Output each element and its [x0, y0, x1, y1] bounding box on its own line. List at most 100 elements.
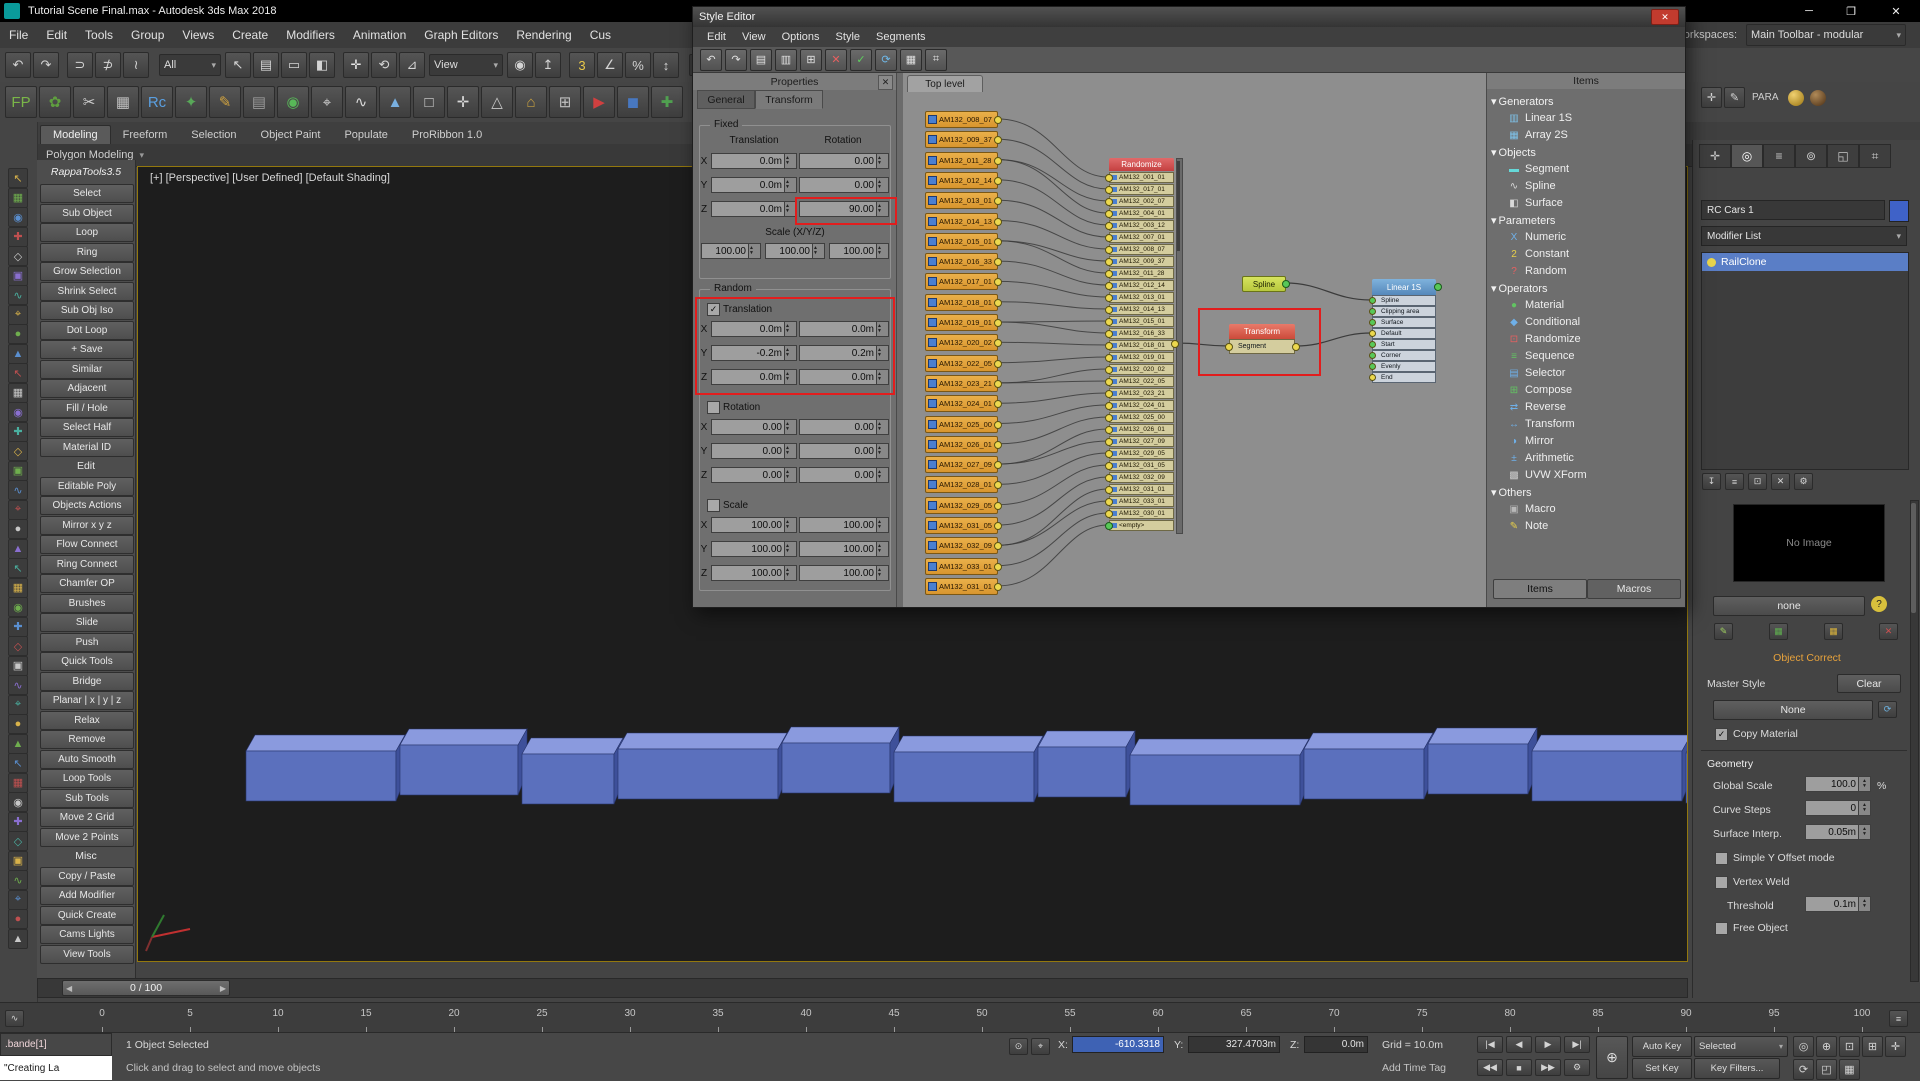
- rappa-button-select[interactable]: Select: [40, 184, 134, 203]
- item-transform[interactable]: ↔Transform: [1507, 418, 1575, 430]
- rappa-button-flow-connect[interactable]: Flow Connect: [40, 535, 134, 554]
- input-dot[interactable]: [1105, 234, 1113, 242]
- scrollbar-thumb[interactable]: [1177, 161, 1180, 251]
- spinner[interactable]: ▲ ▼: [876, 322, 888, 336]
- segment-node-am132-033-01[interactable]: AM132_033_01: [925, 558, 998, 575]
- tool-icon-18[interactable]: ●: [8, 519, 28, 539]
- rappa-button-select-half[interactable]: Select Half: [40, 418, 134, 437]
- spinner[interactable]: ▲ ▼: [784, 566, 796, 580]
- se-menu-edit[interactable]: Edit: [699, 31, 734, 43]
- tool-icon-14[interactable]: ◇: [8, 441, 28, 461]
- se-menu-options[interactable]: Options: [774, 31, 828, 43]
- fixed-scale-field-2[interactable]: 100.00▲ ▼: [829, 243, 889, 259]
- spinner[interactable]: ▲ ▼: [876, 202, 888, 216]
- spinner[interactable]: ▲ ▼: [784, 518, 796, 532]
- input-dot[interactable]: [1105, 174, 1113, 182]
- help-icon[interactable]: ?: [1871, 596, 1887, 612]
- modifier-list-dropdown[interactable]: Modifier List ▾: [1701, 226, 1907, 246]
- item-uvw-xform[interactable]: ▩UVW XForm: [1507, 469, 1587, 481]
- input-dot[interactable]: [1105, 426, 1113, 434]
- menu-graph-editors[interactable]: Graph Editors: [415, 28, 507, 42]
- ribbon-tab-object-paint[interactable]: Object Paint: [249, 126, 333, 144]
- select-manipulate-icon[interactable]: ↥: [535, 52, 561, 78]
- linear-input-start[interactable]: Start: [1372, 339, 1436, 350]
- absolute-mode-icon[interactable]: ⌖: [1031, 1038, 1050, 1055]
- spinner[interactable]: ▲ ▼: [784, 154, 796, 168]
- make-unique-icon[interactable]: ⊡: [1748, 473, 1767, 490]
- segment-node-am132-028-01[interactable]: AM132_028_01: [925, 476, 998, 493]
- tool-icon-0[interactable]: ↖: [8, 168, 28, 188]
- segment-node-am132-025-00[interactable]: AM132_025_00: [925, 416, 998, 433]
- randomize-input-7[interactable]: AM132_009_37: [1109, 256, 1174, 267]
- segment-node-am132-018-01[interactable]: AM132_018_01: [925, 294, 998, 311]
- home-tool-icon[interactable]: ⌂: [515, 86, 547, 118]
- fixed-rotation-x-field[interactable]: 0.00▲ ▼: [799, 153, 889, 169]
- prev-frame-button[interactable]: ◀: [1506, 1036, 1532, 1053]
- randomize-input-27[interactable]: AM132_033_01: [1109, 496, 1174, 507]
- rappa-button-move-2-points[interactable]: Move 2 Points: [40, 828, 134, 847]
- forest-tool-icon[interactable]: ✦: [175, 86, 207, 118]
- input-dot[interactable]: [1369, 308, 1376, 315]
- randomize-input-5[interactable]: AM132_007_01: [1109, 232, 1174, 243]
- node-canvas[interactable]: Top level AM132_008_07 AM132_009_37 AM132_…: [903, 73, 1486, 607]
- snaps-toggle-icon[interactable]: 3: [569, 52, 595, 78]
- segment-node-am132-027-09[interactable]: AM132_027_09: [925, 456, 998, 473]
- show-end-result-icon[interactable]: ≡: [1725, 473, 1744, 490]
- fixed-rotation-y-field[interactable]: 0.00▲ ▼: [799, 177, 889, 193]
- linear-input-spline[interactable]: Spline: [1372, 295, 1436, 306]
- item-selector[interactable]: ▤Selector: [1507, 367, 1565, 379]
- use-pivot-icon[interactable]: ◉: [507, 52, 533, 78]
- window-crossing-icon[interactable]: ◧: [309, 52, 335, 78]
- cross-tool-icon[interactable]: ✛: [447, 86, 479, 118]
- segment-node-am132-031-05[interactable]: AM132_031_05: [925, 517, 998, 534]
- random-rotation-x-max-field[interactable]: 0.00▲ ▼: [799, 419, 889, 435]
- linear-output-dot[interactable]: [1434, 283, 1442, 291]
- plus-tool-icon[interactable]: ✚: [651, 86, 683, 118]
- random-scale-x-max-field[interactable]: 100.00▲ ▼: [799, 517, 889, 533]
- input-dot[interactable]: [1105, 438, 1113, 446]
- panel-tool-icon[interactable]: ▤: [243, 86, 275, 118]
- input-dot[interactable]: [1105, 258, 1113, 266]
- item-reverse[interactable]: ⇄Reverse: [1507, 401, 1566, 413]
- randomize-input-0[interactable]: AM132_001_01: [1109, 172, 1174, 183]
- canvas-tab-top-level[interactable]: Top level: [907, 75, 983, 92]
- tool-icon-9[interactable]: ▲: [8, 344, 28, 364]
- next-key-button[interactable]: ▶▶: [1535, 1059, 1561, 1076]
- input-dot[interactable]: [1105, 474, 1113, 482]
- modifier-stack-row-railclone[interactable]: RailClone: [1702, 253, 1908, 271]
- segment-node-am132-008-07[interactable]: AM132_008_07: [925, 111, 998, 128]
- command-tab-utilities[interactable]: ⌗: [1859, 144, 1891, 168]
- time-config-button[interactable]: ⚙: [1564, 1059, 1590, 1076]
- tool-icon-29[interactable]: ▲: [8, 734, 28, 754]
- rappa-button-auto-smooth[interactable]: Auto Smooth: [40, 750, 134, 769]
- input-dot[interactable]: [1369, 363, 1376, 370]
- redo-icon[interactable]: ↷: [33, 52, 59, 78]
- random-translation-y-min-field[interactable]: -0.2m▲ ▼: [711, 345, 797, 361]
- rappa-button-material-id[interactable]: Material ID: [40, 438, 134, 457]
- segment-node-am132-009-37[interactable]: AM132_009_37: [925, 131, 998, 148]
- tool-icon-6[interactable]: ∿: [8, 285, 28, 305]
- randomize-input-9[interactable]: AM132_012_14: [1109, 280, 1174, 291]
- export-green-icon[interactable]: ▦: [1769, 623, 1788, 640]
- output-dot[interactable]: [994, 299, 1002, 307]
- unlink-selection-icon[interactable]: ⊅: [95, 52, 121, 78]
- output-dot[interactable]: [994, 238, 1002, 246]
- random-scale-x-min-field[interactable]: 100.00▲ ▼: [711, 517, 797, 533]
- rappa-button-remove[interactable]: Remove: [40, 730, 134, 749]
- spinner[interactable]: ▲ ▼: [748, 244, 760, 258]
- segment-node-am132-029-05[interactable]: AM132_029_05: [925, 497, 998, 514]
- input-dot[interactable]: [1105, 282, 1113, 290]
- material-swatch-brown[interactable]: [1810, 90, 1826, 106]
- spinner[interactable]: ▲ ▼: [784, 420, 796, 434]
- rappa-button-slide[interactable]: Slide: [40, 613, 134, 632]
- tab-transform[interactable]: Transform: [755, 90, 823, 109]
- item-segment[interactable]: ▬Segment: [1507, 163, 1569, 175]
- dashed-box-tool-icon[interactable]: □: [413, 86, 445, 118]
- tool-icon-24[interactable]: ◇: [8, 636, 28, 656]
- orbit-icon[interactable]: ⟳: [1793, 1059, 1814, 1080]
- input-dot[interactable]: [1105, 330, 1113, 338]
- menu-edit[interactable]: Edit: [37, 28, 76, 42]
- se-menu-view[interactable]: View: [734, 31, 774, 43]
- scissors-tool-icon[interactable]: ✂: [73, 86, 105, 118]
- track-bar-filter-icon[interactable]: ≡: [1889, 1010, 1908, 1027]
